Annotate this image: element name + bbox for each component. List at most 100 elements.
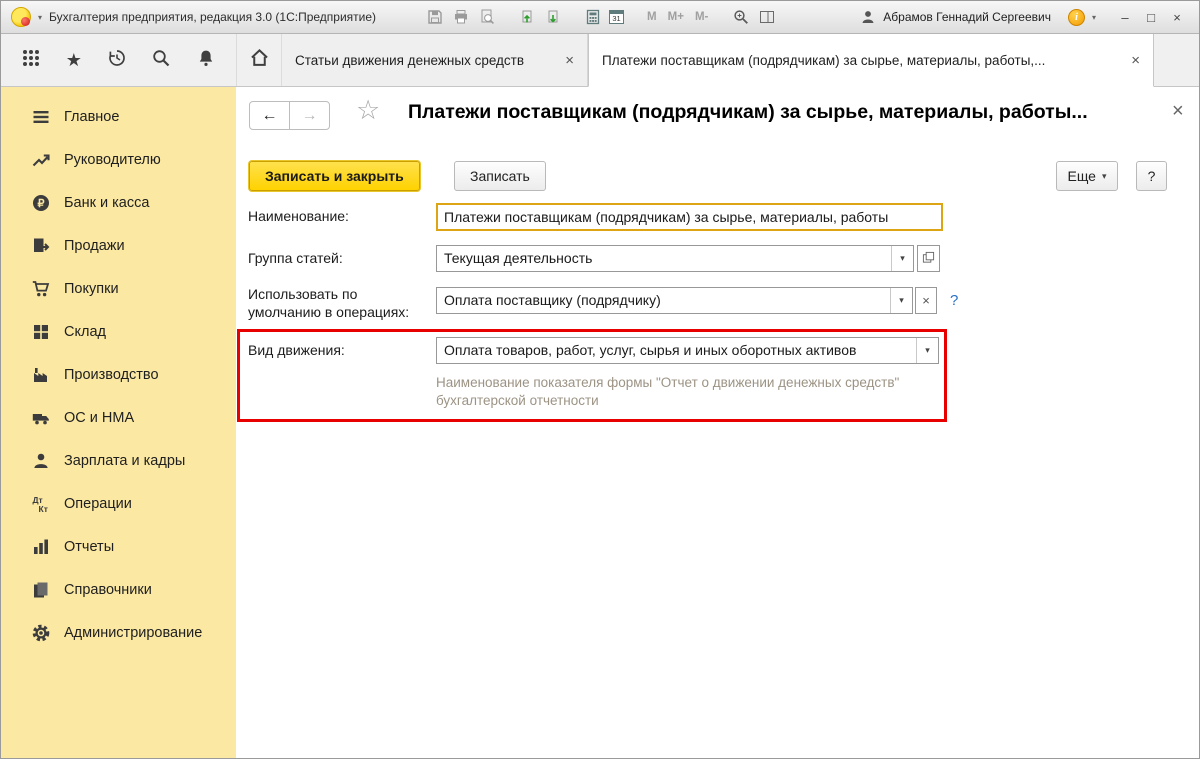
sidebar-item-fixed-assets[interactable]: ОС и НМА (1, 396, 236, 439)
sidebar-item-payroll[interactable]: Зарплата и кадры (1, 439, 236, 482)
tabbar: ★ Статьи движения денежных средств × Пла… (1, 34, 1199, 87)
sidebar-item-label: Продажи (64, 238, 125, 254)
sidebar-item-label: Главное (64, 109, 119, 125)
sidebar-item-label: Справочники (64, 582, 152, 598)
group-dropdown-icon[interactable]: ▾ (891, 246, 913, 271)
body: Главное Руководителю ₽ Банк и касса Прод… (1, 87, 1199, 758)
default-operation-field-row: Использовать по умолчанию в операциях: О… (236, 287, 1199, 315)
tab-supplier-payments[interactable]: Платежи поставщикам (подрядчикам) за сыр… (588, 34, 1154, 87)
default-operation-value: Оплата поставщику (подрядчику) (437, 288, 890, 313)
calculator-icon[interactable] (583, 8, 602, 27)
sidebar-item-sales[interactable]: Продажи (1, 224, 236, 267)
maximize-button[interactable]: □ (1139, 6, 1163, 28)
kt-text: Кт (39, 504, 48, 514)
sidebar: Главное Руководителю ₽ Банк и касса Прод… (1, 87, 236, 758)
close-form-button[interactable]: × (1172, 100, 1184, 123)
tab-close-icon[interactable]: × (1131, 52, 1140, 69)
print-preview-icon[interactable] (477, 8, 496, 27)
movement-kind-field-row: Вид движения: Оплата товаров, работ, усл… (236, 337, 1199, 365)
user-icon (858, 8, 877, 27)
movement-kind-dropdown-icon[interactable]: ▾ (916, 338, 938, 363)
sidebar-item-label: Администрирование (64, 625, 202, 641)
sidebar-item-manager[interactable]: Руководителю (1, 138, 236, 181)
default-operation-help-link[interactable]: ? (950, 287, 958, 314)
movement-kind-select[interactable]: Оплата товаров, работ, услуг, сырья и ин… (436, 337, 939, 364)
gear-icon (31, 623, 51, 643)
sidebar-item-label: Склад (64, 324, 106, 340)
info-icon[interactable]: i (1068, 9, 1085, 26)
person-icon (31, 451, 51, 471)
svg-text:₽: ₽ (38, 197, 45, 209)
default-operation-dropdown-icon[interactable]: ▾ (890, 288, 912, 313)
sidebar-item-warehouse[interactable]: Склад (1, 310, 236, 353)
memory-minus-button[interactable]: M- (693, 11, 710, 23)
calendar-icon[interactable]: 31 (609, 10, 624, 24)
sidebar-item-directories[interactable]: Справочники (1, 568, 236, 611)
more-label: Еще (1067, 168, 1096, 184)
search-icon[interactable] (151, 48, 171, 73)
sidebar-item-purchases[interactable]: Покупки (1, 267, 236, 310)
tab-close-icon[interactable]: × (565, 52, 574, 69)
window-title: Бухгалтерия предприятия, редакция 3.0 (1… (49, 10, 376, 24)
name-input[interactable] (436, 203, 943, 231)
save-close-button[interactable]: Записать и закрыть (249, 161, 420, 191)
panel-icons: ★ (1, 34, 236, 86)
debit-credit-icon: ДтКт (31, 494, 51, 514)
apps-menu-icon[interactable] (21, 48, 41, 73)
group-select[interactable]: Текущая деятельность ▾ (436, 245, 914, 272)
default-operation-label: Использовать по умолчанию в операциях: (248, 285, 426, 321)
name-field-label: Наименование: (248, 203, 349, 230)
save-icon[interactable] (425, 8, 444, 27)
group-field-row: Группа статей: Текущая деятельность ▾ (236, 245, 1199, 273)
ruble-coin-icon: ₽ (31, 193, 51, 213)
forward-button[interactable]: → (290, 102, 329, 129)
notifications-bell-icon[interactable] (196, 48, 216, 73)
back-button[interactable]: ← (250, 102, 290, 129)
sidebar-item-administration[interactable]: Администрирование (1, 611, 236, 654)
titlebar: ▾ Бухгалтерия предприятия, редакция 3.0 … (1, 1, 1199, 34)
sidebar-item-operations[interactable]: ДтКт Операции (1, 482, 236, 525)
group-open-button[interactable] (917, 245, 940, 272)
window-layout-icon[interactable] (757, 8, 776, 27)
history-icon[interactable] (107, 48, 127, 73)
minimize-button[interactable]: – (1113, 6, 1137, 28)
name-field-row: Наименование: (236, 203, 1199, 231)
exchange-toolbar (517, 8, 562, 27)
default-operation-clear-button[interactable]: × (915, 287, 937, 314)
memory-toolbar: M M+ M- (645, 11, 710, 23)
favorite-star-icon[interactable]: ☆ (356, 95, 380, 126)
user-name[interactable]: Абрамов Геннадий Сергеевич (883, 10, 1051, 24)
home-icon (249, 47, 270, 73)
upload-file-icon[interactable] (517, 8, 536, 27)
chevron-down-icon: ▾ (1102, 171, 1107, 182)
sidebar-item-label: Отчеты (64, 539, 114, 555)
tab-cash-flow-items[interactable]: Статьи движения денежных средств × (282, 34, 588, 86)
view-toolbar (731, 8, 776, 27)
download-file-icon[interactable] (543, 8, 562, 27)
tab-label: Статьи движения денежных средств (295, 53, 524, 68)
navigation-buttons: ← → (249, 101, 330, 130)
close-window-button[interactable]: × (1165, 6, 1189, 28)
sidebar-item-main[interactable]: Главное (1, 95, 236, 138)
help-button[interactable]: ? (1136, 161, 1167, 191)
memory-plus-button[interactable]: M+ (666, 11, 686, 23)
home-button[interactable] (236, 34, 282, 86)
sidebar-item-label: Банк и касса (64, 195, 149, 211)
more-button[interactable]: Еще ▾ (1056, 161, 1118, 191)
sidebar-item-bank-cash[interactable]: ₽ Банк и касса (1, 181, 236, 224)
default-operation-select[interactable]: Оплата поставщику (подрядчику) ▾ (436, 287, 913, 314)
print-icon[interactable] (451, 8, 470, 27)
app-logo-icon[interactable] (11, 7, 31, 27)
user-zone: Абрамов Геннадий Сергеевич (858, 8, 1051, 27)
open-list-icon (922, 251, 935, 267)
sidebar-item-reports[interactable]: Отчеты (1, 525, 236, 568)
favorites-star-icon[interactable]: ★ (66, 50, 82, 70)
info-dropdown-icon[interactable]: ▾ (1092, 13, 1096, 22)
main-menu-dropdown-icon[interactable]: ▾ (38, 13, 42, 22)
save-button[interactable]: Записать (454, 161, 546, 191)
memory-recall-button[interactable]: M (645, 11, 659, 23)
sidebar-item-production[interactable]: Производство (1, 353, 236, 396)
zoom-icon[interactable] (731, 8, 750, 27)
app-window: ▾ Бухгалтерия предприятия, редакция 3.0 … (0, 0, 1200, 759)
calendar-day: 31 (612, 14, 620, 23)
